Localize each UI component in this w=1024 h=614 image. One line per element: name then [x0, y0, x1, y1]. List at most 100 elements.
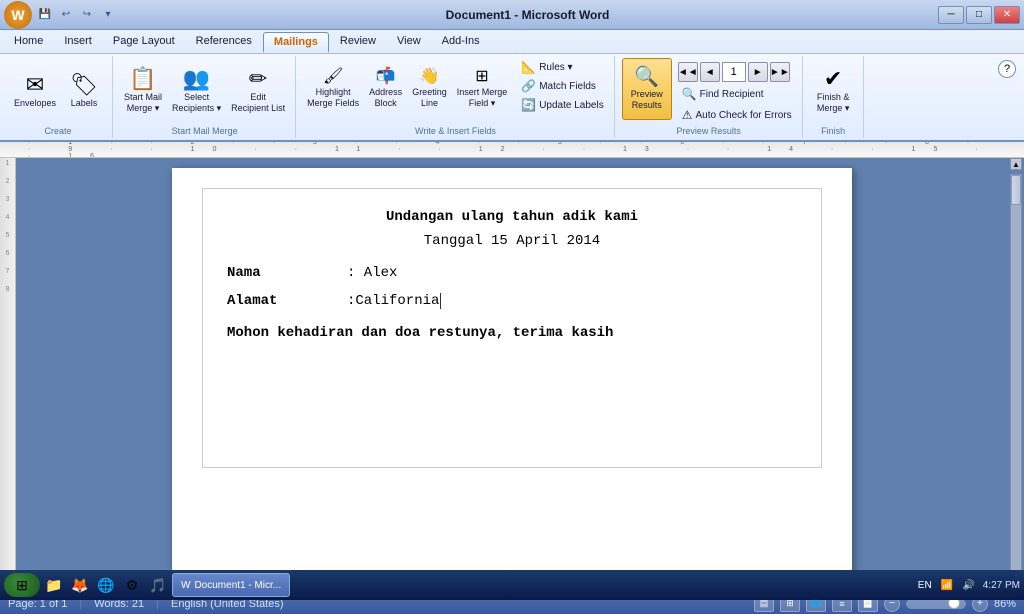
next-record-button[interactable]: ► [748, 62, 768, 82]
record-navigation: ◄◄ ◄ ► ►► [678, 62, 796, 82]
update-labels-button[interactable]: 🔄 Update Labels [517, 96, 607, 114]
prev-record-button[interactable]: ◄ [700, 62, 720, 82]
zoom-slider[interactable] [906, 599, 966, 609]
minimize-button[interactable]: ─ [938, 6, 964, 24]
greeting-line-label: GreetingLine [412, 87, 447, 109]
start-mail-merge-button[interactable]: 📋 Start MailMerge ▾ [120, 60, 166, 122]
main-area: 1 2 3 4 5 6 7 8 Undangan ulang tahun adi… [0, 158, 1024, 592]
start-merge-icon: 📋 [129, 68, 156, 90]
last-record-button[interactable]: ►► [770, 62, 790, 82]
select-recipients-icon: 👥 [183, 68, 210, 90]
page-inner[interactable]: Undangan ulang tahun adik kami Tanggal 1… [202, 188, 822, 468]
greeting-line-icon: 👋 [419, 69, 439, 85]
save-button[interactable]: 💾 [36, 6, 54, 24]
language-indicator[interactable]: EN [917, 577, 933, 593]
document-area[interactable]: Undangan ulang tahun adik kami Tanggal 1… [16, 158, 1008, 592]
document-field-nama: Nama : Alex [227, 265, 797, 281]
tab-review[interactable]: Review [330, 32, 386, 53]
redo-button[interactable]: ↪ [78, 6, 96, 24]
tab-home[interactable]: Home [4, 32, 53, 53]
volume-icon[interactable]: 🔊 [961, 577, 977, 593]
labels-label: Labels [71, 98, 98, 109]
create-buttons: ✉ Envelopes 🏷 Labels [10, 58, 106, 124]
ribbon-content: ✉ Envelopes 🏷 Labels Create 📋 Start Mail… [0, 53, 1024, 140]
tab-mailings[interactable]: Mailings [263, 32, 329, 53]
record-number-input[interactable] [722, 62, 746, 82]
ribbon-tabs: Home Insert Page Layout References Maili… [0, 30, 1024, 53]
address-block-label: AddressBlock [369, 87, 402, 109]
ribbon-group-create: ✉ Envelopes 🏷 Labels Create [4, 56, 113, 138]
taskbar-explorer-icon[interactable]: 📁 [42, 573, 66, 597]
office-button[interactable]: W [4, 1, 32, 29]
auto-check-errors-button[interactable]: ⚠ Auto Check for Errors [678, 106, 796, 124]
network-icon[interactable]: 📶 [939, 577, 955, 593]
finish-buttons: ✔ Finish &Merge ▾ [811, 58, 855, 124]
insert-merge-icon: ⊞ [475, 69, 488, 85]
document-body: Mohon kehadiran dan doa restunya, terima… [227, 325, 797, 341]
taskbar-firefox-icon[interactable]: 🦊 [68, 573, 92, 597]
scrollbar-track[interactable] [1010, 174, 1022, 572]
ribbon-group-write-insert: 🖌 HighlightMerge Fields 📬 AddressBlock 👋… [297, 56, 615, 138]
undo-button[interactable]: ↩ [57, 6, 75, 24]
highlight-merge-fields-button[interactable]: 🖌 HighlightMerge Fields [303, 58, 363, 120]
window-title: Document1 - Microsoft Word [117, 8, 938, 22]
edit-recipient-icon: ✏ [249, 68, 267, 90]
ribbon-group-start-mail-merge: 📋 Start MailMerge ▾ 👥 SelectRecipients ▾… [114, 56, 296, 138]
taskbar-settings-icon[interactable]: ⚙ [120, 573, 144, 597]
tab-references[interactable]: References [186, 32, 262, 53]
start-button[interactable]: ⊞ [4, 573, 40, 597]
start-mail-merge-group-label: Start Mail Merge [172, 126, 238, 138]
address-block-button[interactable]: 📬 AddressBlock [365, 58, 406, 120]
labels-button[interactable]: 🏷 Labels [62, 60, 106, 122]
finish-merge-icon: ✔ [824, 68, 842, 90]
close-button[interactable]: ✕ [994, 6, 1020, 24]
taskbar-media-icon[interactable]: 🎵 [146, 573, 170, 597]
scrollbar-thumb[interactable] [1011, 175, 1021, 205]
system-clock: 4:27 PM [983, 579, 1020, 592]
taskbar-chrome-icon[interactable]: 🌐 [94, 573, 118, 597]
write-insert-group-label: Write & Insert Fields [415, 126, 496, 138]
insert-merge-field-button[interactable]: ⊞ Insert MergeField ▾ [453, 58, 512, 120]
quick-access-toolbar: 💾 ↩ ↪ ▾ [36, 6, 117, 24]
greeting-line-button[interactable]: 👋 GreetingLine [408, 58, 451, 120]
finish-group-label: Finish [821, 126, 845, 138]
title-bar: W 💾 ↩ ↪ ▾ Document1 - Microsoft Word ─ □… [0, 0, 1024, 30]
taskbar: ⊞ 📁 🦊 🌐 ⚙ 🎵 W Document1 - Micr... EN 📶 🔊… [0, 570, 1024, 600]
edit-recipient-label: EditRecipient List [231, 92, 285, 114]
rules-button[interactable]: 📐 Rules ▾ [517, 58, 607, 76]
finish-merge-label: Finish &Merge ▾ [817, 92, 850, 114]
edit-recipient-list-button[interactable]: ✏ EditRecipient List [227, 60, 289, 122]
rules-icon: 📐 [521, 60, 536, 74]
scroll-up-button[interactable]: ▲ [1010, 158, 1022, 170]
tab-insert[interactable]: Insert [54, 32, 102, 53]
auto-check-icon: ⚠ [682, 108, 693, 122]
tab-page-layout[interactable]: Page Layout [103, 32, 185, 53]
labels-icon: 🏷 [70, 74, 98, 96]
field-label-nama: Nama [227, 265, 347, 281]
preview-results-button[interactable]: 🔍 PreviewResults [622, 58, 672, 120]
taskbar-word-label: Document1 - Micr... [194, 580, 281, 591]
right-margin: ▲ ▼ [1008, 158, 1024, 592]
select-recipients-button[interactable]: 👥 SelectRecipients ▾ [168, 60, 225, 122]
tab-add-ins[interactable]: Add-Ins [432, 32, 490, 53]
create-group-label: Create [45, 126, 72, 138]
find-recipient-button[interactable]: 🔍 Find Recipient [678, 85, 796, 103]
match-fields-button[interactable]: 🔗 Match Fields [517, 77, 607, 95]
first-record-button[interactable]: ◄◄ [678, 62, 698, 82]
vertical-ruler: 1 2 3 4 5 6 7 8 [0, 158, 16, 592]
highlight-icon: 🖌 [323, 69, 343, 85]
match-fields-label: Match Fields [539, 81, 596, 92]
taskbar-word-icon: W [181, 580, 190, 591]
help-button[interactable]: ? [998, 60, 1016, 78]
document-page: Undangan ulang tahun adik kami Tanggal 1… [172, 168, 852, 582]
finish-merge-button[interactable]: ✔ Finish &Merge ▾ [811, 60, 855, 122]
write-insert-buttons: 🖌 HighlightMerge Fields 📬 AddressBlock 👋… [303, 58, 608, 124]
envelopes-button[interactable]: ✉ Envelopes [10, 60, 60, 122]
find-recipient-icon: 🔍 [682, 87, 697, 101]
customize-button[interactable]: ▾ [99, 6, 117, 24]
title-bar-left: W 💾 ↩ ↪ ▾ [4, 1, 117, 29]
find-recipient-label: Find Recipient [700, 89, 764, 100]
tab-view[interactable]: View [387, 32, 431, 53]
taskbar-word-app[interactable]: W Document1 - Micr... [172, 573, 290, 597]
maximize-button[interactable]: □ [966, 6, 992, 24]
